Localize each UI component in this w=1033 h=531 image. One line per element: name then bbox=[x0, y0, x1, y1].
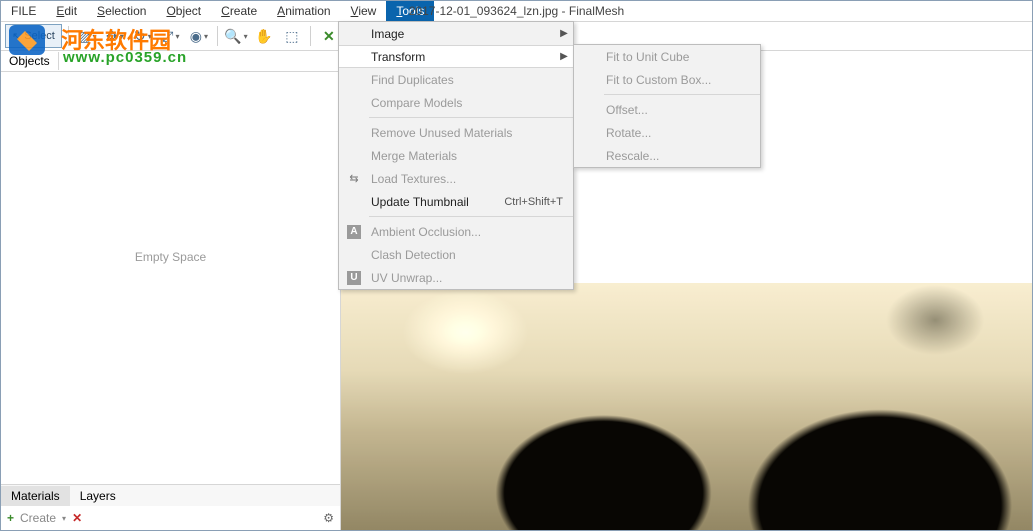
tab-materials[interactable]: Materials bbox=[1, 486, 70, 506]
scale-tool-button[interactable]: ⤢ bbox=[159, 24, 183, 48]
toolbar-separator bbox=[310, 26, 311, 46]
pan-tool-button[interactable]: ✋ bbox=[252, 24, 276, 48]
move-tool-button[interactable]: ✥ bbox=[103, 24, 127, 48]
menu-item-update-thumbnail[interactable]: Update ThumbnailCtrl+Shift+T bbox=[339, 190, 573, 213]
A-icon: A bbox=[339, 225, 369, 239]
toolbar-separator bbox=[217, 26, 218, 46]
menu-item-label: Transform bbox=[369, 50, 555, 64]
left-panel-bottom-tabs: Materials Layers bbox=[1, 484, 340, 506]
menu-item-load-textures: ⇆Load Textures... bbox=[339, 167, 573, 190]
menu-item-compare-models: Compare Models bbox=[339, 91, 573, 114]
delete-x-icon: ✕ bbox=[323, 28, 335, 45]
toolbar-separator bbox=[68, 26, 69, 46]
delete-button[interactable]: ✕ bbox=[72, 511, 82, 525]
zoom-icon: 🔍 bbox=[224, 28, 241, 45]
menu-separator bbox=[369, 117, 573, 118]
submenu-item-label: Rescale... bbox=[604, 149, 760, 163]
menu-item-label: Clash Detection bbox=[369, 248, 573, 262]
left-panel: Objects Empty Space Materials Layers + C… bbox=[1, 51, 341, 530]
menu-item-label: Compare Models bbox=[369, 96, 573, 110]
rotate-tool-button[interactable]: ↻ bbox=[131, 24, 155, 48]
menu-item-label: Remove Unused Materials bbox=[369, 126, 573, 140]
submenu-item-fit-to-custom-box: Fit to Custom Box... bbox=[574, 68, 760, 91]
menu-item-label: Ambient Occlusion... bbox=[369, 225, 573, 239]
orbit-icon: ◉ bbox=[190, 28, 202, 45]
submenu-item-label: Rotate... bbox=[604, 126, 760, 140]
menu-item-label: Load Textures... bbox=[369, 172, 573, 186]
create-dropdown-icon[interactable]: ▾ bbox=[62, 514, 66, 523]
menu-item-uv-unwrap: UUV Unwrap... bbox=[339, 266, 573, 289]
menu-item-ambient-occlusion: AAmbient Occlusion... bbox=[339, 220, 573, 243]
objects-panel-body: Empty Space bbox=[1, 71, 340, 484]
left-panel-top-tabs: Objects bbox=[1, 51, 340, 71]
plus-icon[interactable]: + bbox=[7, 511, 14, 525]
image-fake bbox=[341, 283, 1032, 530]
menu-item-label: Image bbox=[369, 27, 555, 41]
menu-create[interactable]: Create bbox=[211, 1, 267, 21]
menu-animation[interactable]: Animation bbox=[267, 1, 340, 21]
menu-item-clash-detection: Clash Detection bbox=[339, 243, 573, 266]
U-icon: U bbox=[339, 271, 369, 285]
menu-selection[interactable]: Selection bbox=[87, 1, 156, 21]
submenu-arrow-icon: ▶ bbox=[555, 51, 573, 62]
menu-item-shortcut: Ctrl+Shift+T bbox=[504, 196, 573, 208]
submenu-item-rescale: Rescale... bbox=[574, 144, 760, 167]
menu-object[interactable]: Object bbox=[156, 1, 211, 21]
menu-item-label: Update Thumbnail bbox=[369, 195, 504, 209]
submenu-item-label: Fit to Unit Cube bbox=[604, 50, 760, 64]
menu-separator bbox=[604, 94, 760, 95]
tab-layers[interactable]: Layers bbox=[70, 486, 126, 506]
empty-space-label: Empty Space bbox=[135, 250, 206, 264]
menu-item-label: Find Duplicates bbox=[369, 73, 573, 87]
menu-item-transform[interactable]: Transform▶ bbox=[339, 45, 573, 68]
menu-item-label: Merge Materials bbox=[369, 149, 573, 163]
cube-tool-button[interactable]: ▨ bbox=[75, 24, 99, 48]
submenu-item-offset: Offset... bbox=[574, 98, 760, 121]
submenu-arrow-icon: ▶ bbox=[555, 28, 573, 39]
menu-item-merge-materials: Merge Materials bbox=[339, 144, 573, 167]
submenu-item-rotate: Rotate... bbox=[574, 121, 760, 144]
select-tool-label: Select bbox=[24, 30, 55, 42]
menu-item-find-duplicates: Find Duplicates bbox=[339, 68, 573, 91]
menu-edit[interactable]: Edit bbox=[46, 1, 87, 21]
create-button[interactable]: Create bbox=[20, 511, 56, 525]
tab-objects[interactable]: Objects bbox=[1, 52, 59, 70]
region-tool-button[interactable]: ⬚ bbox=[280, 24, 304, 48]
select-tool-button[interactable]: ↖ Select bbox=[5, 24, 62, 48]
submenu-item-label: Offset... bbox=[604, 103, 760, 117]
menu-separator bbox=[369, 216, 573, 217]
menu-view[interactable]: View bbox=[341, 1, 387, 21]
menu-item-image[interactable]: Image▶ bbox=[339, 22, 573, 45]
zoom-tool-button[interactable]: 🔍 bbox=[224, 24, 248, 48]
image-content bbox=[341, 283, 1032, 530]
menu-file[interactable]: FILE bbox=[1, 1, 46, 21]
menu-tools[interactable]: Tools bbox=[386, 1, 434, 21]
submenu-item-fit-to-unit-cube: Fit to Unit Cube bbox=[574, 45, 760, 68]
rotate-icon: ↻ bbox=[134, 28, 146, 45]
scale-icon: ⤢ bbox=[162, 28, 173, 45]
move-icon: ✥ bbox=[106, 28, 118, 45]
cursor-icon: ↖ bbox=[12, 30, 21, 43]
hand-icon: ✋ bbox=[255, 28, 272, 45]
menu-item-remove-unused-materials: Remove Unused Materials bbox=[339, 121, 573, 144]
marquee-icon: ⬚ bbox=[285, 28, 298, 45]
gear-icon[interactable]: ⚙ bbox=[323, 511, 334, 525]
menubar: FILEEditSelectionObjectCreateAnimationVi… bbox=[1, 1, 1032, 21]
load-textures-icon: ⇆ bbox=[339, 172, 369, 185]
tools-menu-dropdown: Image▶Transform▶Find DuplicatesCompare M… bbox=[338, 21, 574, 290]
left-panel-footer: + Create ▾ ✕ ⚙ bbox=[1, 506, 340, 530]
transform-submenu: Fit to Unit Cube Fit to Custom Box... Offs… bbox=[573, 44, 761, 168]
cube-icon: ▨ bbox=[77, 28, 90, 45]
orbit-tool-button[interactable]: ◉ bbox=[187, 24, 211, 48]
menu-item-label: UV Unwrap... bbox=[369, 271, 573, 285]
submenu-item-label: Fit to Custom Box... bbox=[604, 73, 760, 87]
